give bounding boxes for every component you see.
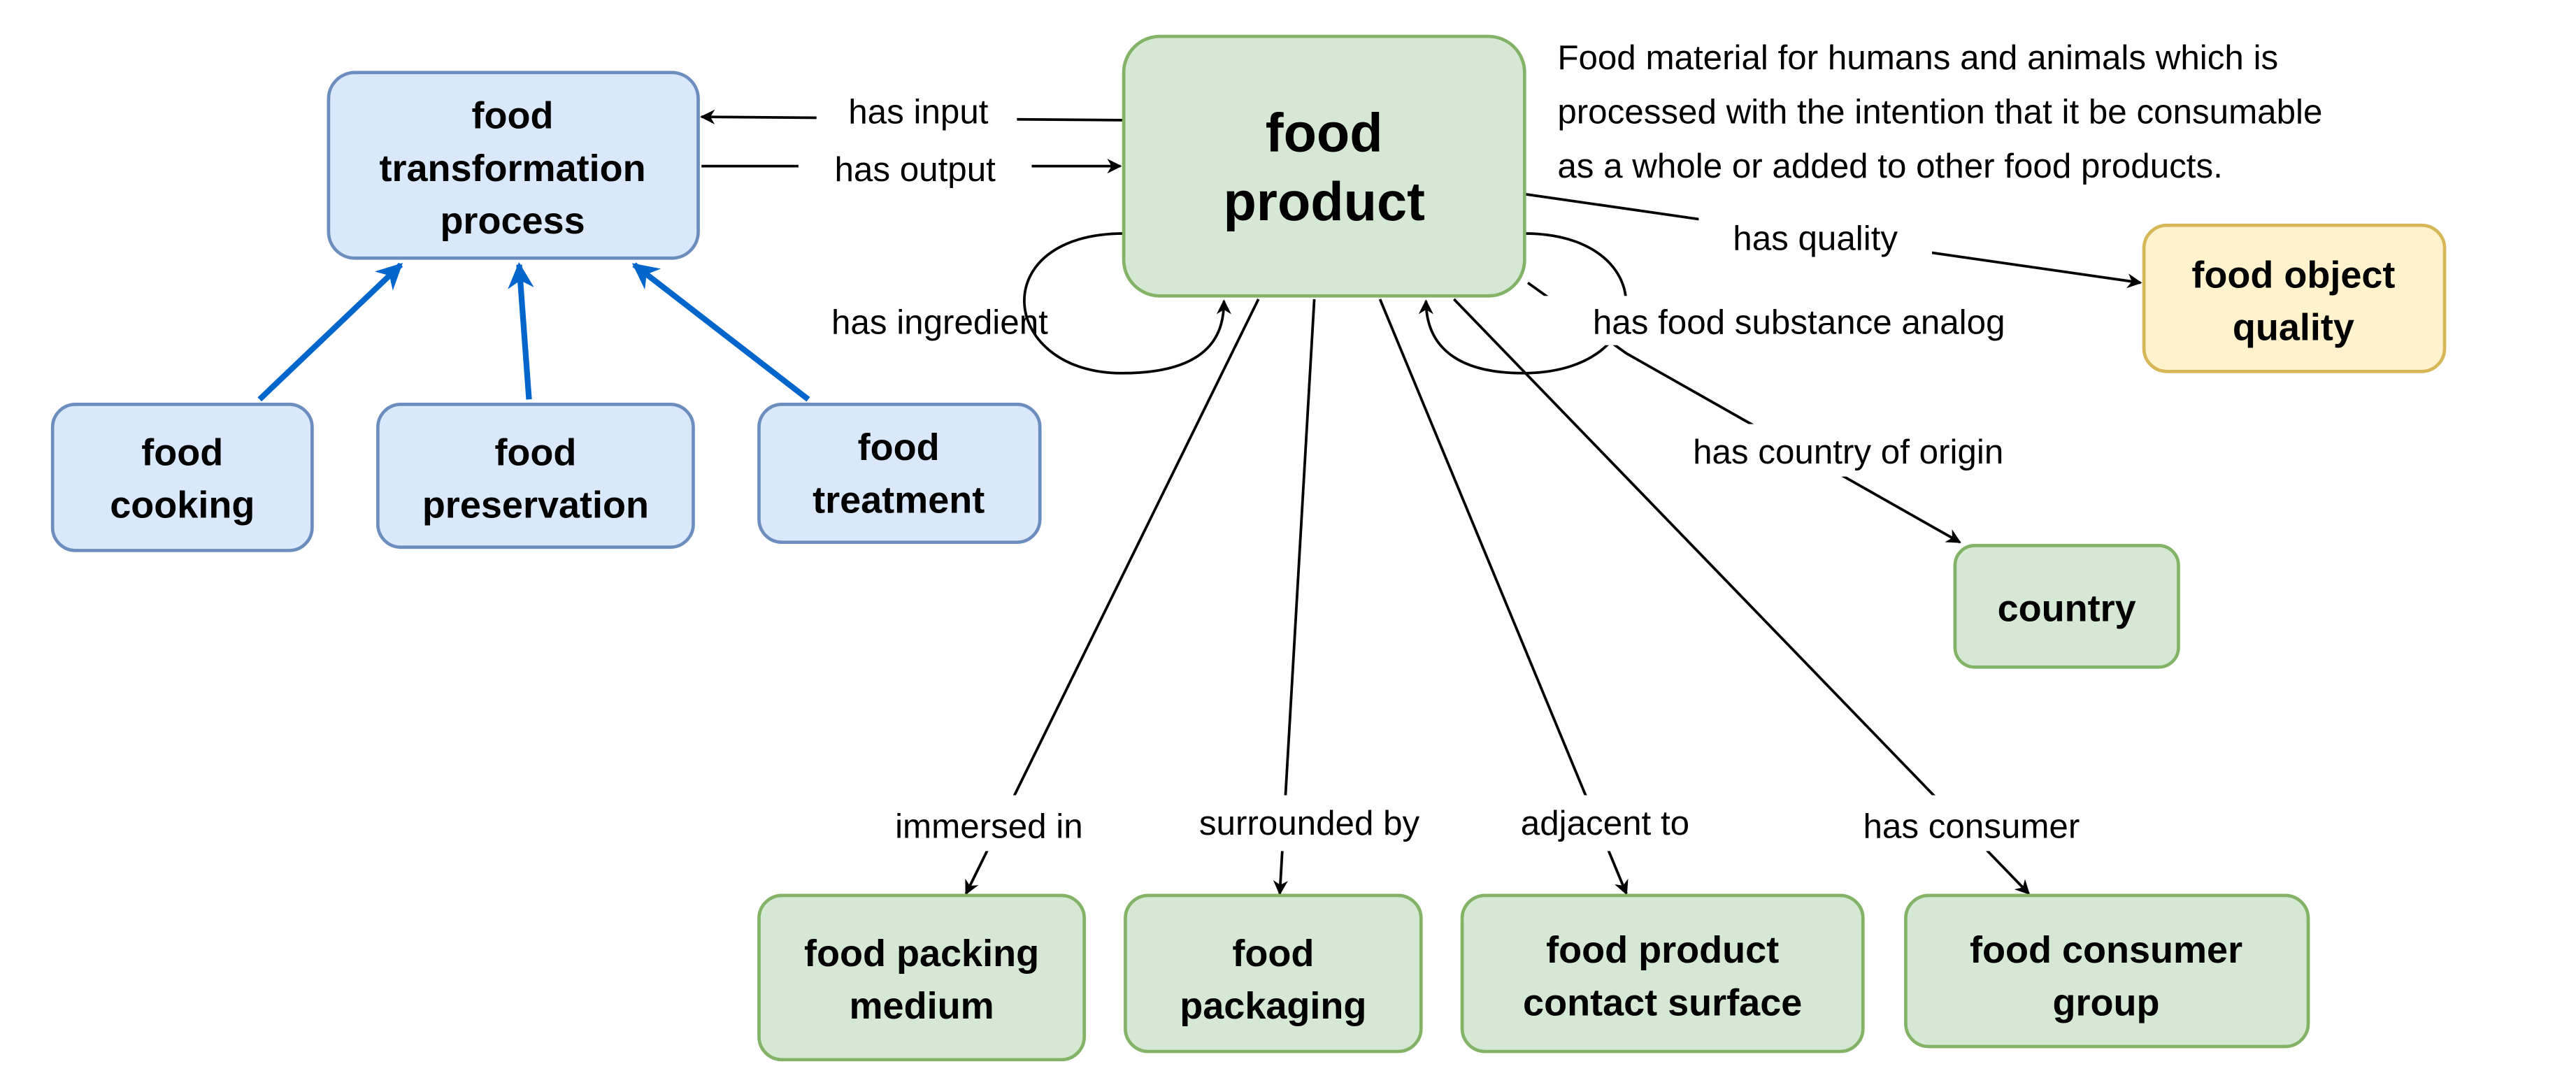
- label-surrounded-by: surrounded by: [1199, 804, 1420, 842]
- label-has-consumer: has consumer: [1863, 807, 2080, 846]
- label-immersed-in: immersed in: [895, 807, 1083, 846]
- node-country[interactable]: country: [1953, 544, 2180, 669]
- label-has-input: has input: [848, 93, 988, 131]
- label-adjacent-to: adjacent to: [1521, 804, 1689, 842]
- node-food-product[interactable]: food product: [1122, 34, 1526, 298]
- label-has-country-of-origin: has country of origin: [1693, 433, 2003, 471]
- edge-preservation-subclass: [508, 261, 534, 400]
- svg-text:country: country: [1998, 587, 2136, 629]
- label-has-food-substance-analog: has food substance analog: [1593, 303, 2005, 341]
- node-food-packing-medium[interactable]: food packing medium: [757, 893, 1087, 1062]
- label-has-quality: has quality: [1733, 219, 1898, 257]
- node-food-consumer-group[interactable]: food consumer group: [1904, 893, 2310, 1049]
- node-food-preservation[interactable]: food preservation: [376, 402, 695, 549]
- node-food-treatment[interactable]: food treatment: [757, 402, 1042, 545]
- node-food-transformation-process[interactable]: food transformation process: [327, 71, 700, 260]
- node-food-product-contact-surface[interactable]: food product contact surface: [1460, 893, 1865, 1054]
- node-food-object-quality[interactable]: food object quality: [2142, 223, 2447, 373]
- node-food-packaging[interactable]: food packaging: [1124, 893, 1423, 1054]
- label-has-output: has output: [834, 150, 996, 189]
- food-product-definition: Food material for humans and animals whi…: [1557, 38, 2332, 185]
- ontology-diagram: has input has output has quality has ing…: [50, 34, 2447, 1062]
- edge-treatment-subclass: [631, 262, 810, 402]
- label-has-ingredient: has ingredient: [831, 303, 1048, 341]
- edge-cooking-subclass: [257, 262, 403, 402]
- node-food-cooking[interactable]: food cooking: [50, 402, 314, 552]
